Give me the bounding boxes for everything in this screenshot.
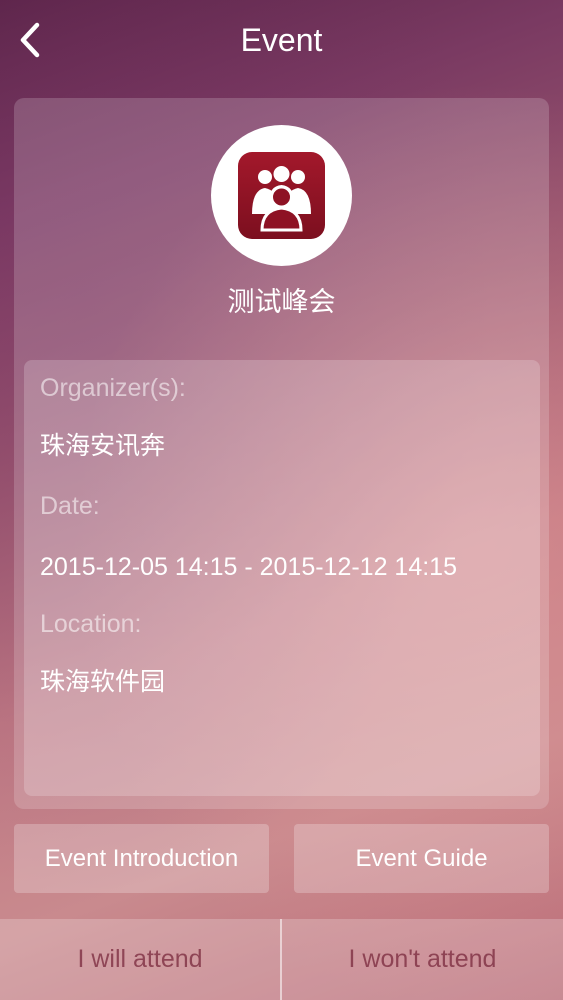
people-group-icon — [252, 166, 311, 232]
logo-tile — [238, 152, 325, 239]
event-name: 测试峰会 — [227, 287, 336, 317]
location-value: 珠海软件园 — [40, 668, 166, 696]
event-card: 测试峰会 Organizer(s): 珠海安讯奔 Date: 2015-12-0… — [14, 98, 549, 809]
date-value: 2015-12-05 14:15 - 2015-12-12 14:15 — [40, 553, 457, 581]
organizer-label: Organizer(s): — [40, 374, 186, 402]
date-label: Date: — [40, 492, 100, 520]
event-logo — [211, 125, 352, 266]
chevron-left-icon — [20, 22, 40, 58]
back-button[interactable] — [10, 18, 50, 62]
decline-button[interactable]: I won't attend — [282, 919, 563, 1000]
event-info-panel: Organizer(s): 珠海安讯奔 Date: 2015-12-05 14:… — [24, 360, 540, 796]
event-guide-button[interactable]: Event Guide — [294, 824, 549, 893]
location-label: Location: — [40, 610, 142, 638]
nav-header: Event — [0, 0, 563, 82]
organizer-value: 珠海安讯奔 — [40, 432, 166, 460]
event-introduction-button[interactable]: Event Introduction — [14, 824, 269, 893]
page-title: Event — [240, 22, 323, 58]
attendance-bar: I will attend I won't attend — [0, 919, 563, 1000]
attend-button[interactable]: I will attend — [0, 919, 280, 1000]
